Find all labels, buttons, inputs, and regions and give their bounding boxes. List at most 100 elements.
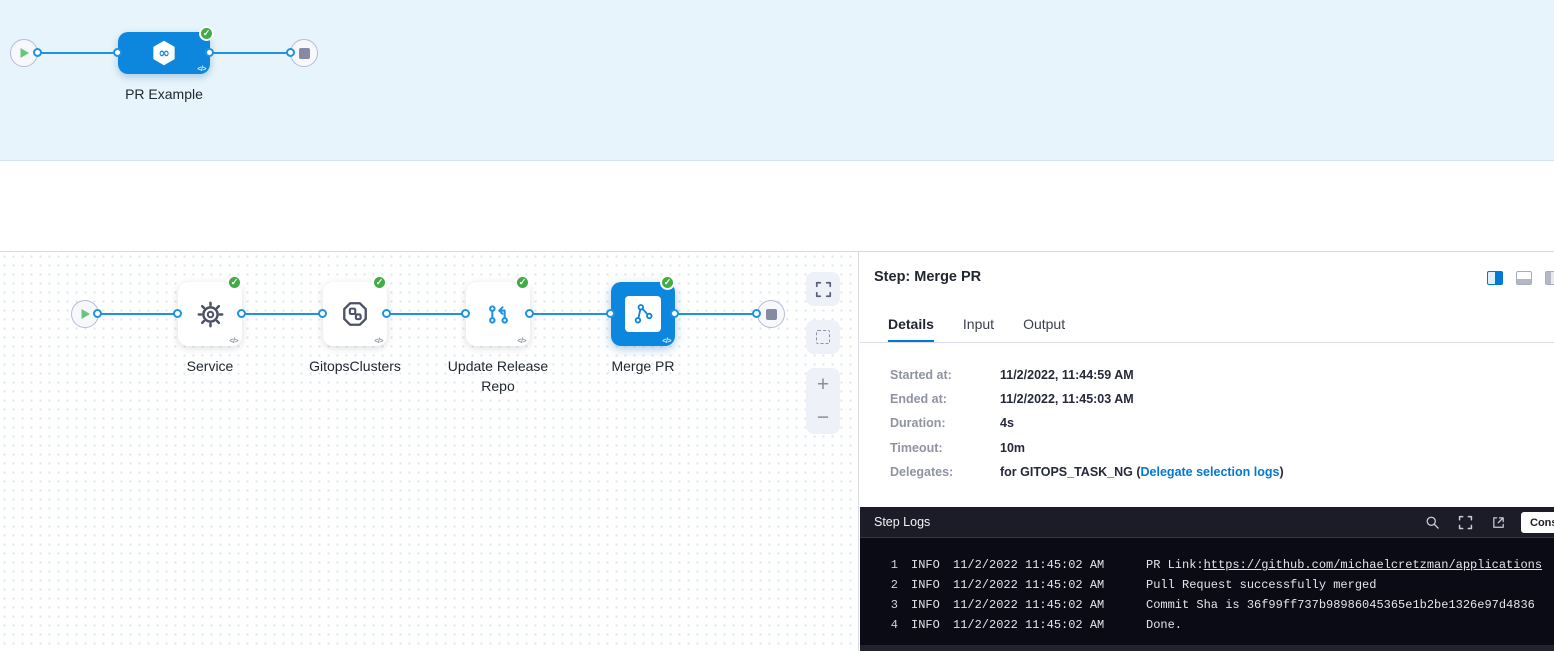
detail-row-duration: Duration:4s — [890, 416, 1014, 430]
log-timestamp: 11/2/2022 11:45:02 AM — [953, 598, 1146, 612]
connector-port — [237, 309, 246, 318]
canvas-zoom-control: + − — [806, 368, 840, 434]
svg-text:∞: ∞ — [158, 46, 169, 62]
play-icon — [79, 308, 91, 320]
connector-port — [752, 309, 761, 318]
connector-port — [525, 309, 534, 318]
success-check-icon: ✓ — [227, 275, 242, 290]
marquee-select-icon — [816, 330, 830, 344]
detail-row-timeout: Timeout:10m — [890, 441, 1025, 455]
logs-horizontal-scrollbar[interactable] — [860, 645, 1554, 651]
step-node-service[interactable]: </> — [178, 282, 242, 346]
success-check-icon: ✓ — [660, 275, 675, 290]
play-icon — [18, 47, 30, 59]
log-timestamp: 11/2/2022 11:45:02 AM — [953, 558, 1146, 572]
step-label-service: Service — [150, 356, 270, 376]
connector-port — [33, 48, 42, 57]
step-detail-tabs: Details Input Output — [888, 316, 1065, 343]
zoom-in-button[interactable]: + — [817, 374, 829, 395]
pipeline-execution-page: ∞ </> ✓ PR Example PR Example Started at… — [0, 0, 1554, 651]
connector-port — [113, 48, 122, 57]
tab-output[interactable]: Output — [1023, 316, 1065, 343]
log-message: Done. — [1146, 618, 1182, 632]
layout-right-panel-icon[interactable] — [1487, 271, 1503, 285]
search-icon[interactable] — [1425, 515, 1440, 530]
git-update-icon — [485, 301, 512, 328]
step-connector-line — [98, 313, 178, 315]
connector-port — [205, 48, 214, 57]
panel-layout-toggles — [1487, 271, 1554, 285]
detail-value: 11/2/2022, 11:45:03 AM — [1000, 392, 1134, 406]
tab-input[interactable]: Input — [963, 316, 994, 343]
detail-row-started-at: Started at:11/2/2022, 11:44:59 AM — [890, 368, 1134, 382]
logs-fullscreen-icon[interactable] — [1458, 515, 1473, 530]
log-line-number: 2 — [860, 578, 898, 592]
log-line-number: 3 — [860, 598, 898, 612]
open-external-icon[interactable] — [1491, 515, 1506, 530]
detail-label: Ended at: — [890, 392, 1000, 406]
connector-port — [670, 309, 679, 318]
tab-details[interactable]: Details — [888, 316, 934, 343]
merge-pr-icon-tile — [625, 296, 661, 332]
stage-node-pr-example[interactable]: ∞ </> — [118, 32, 210, 74]
canvas-fullscreen-button[interactable] — [806, 272, 840, 306]
code-icon: </> — [229, 338, 238, 345]
step-label-update-release-repo: Update Release Repo — [443, 356, 553, 396]
layout-minimize-panel-icon[interactable] — [1545, 271, 1554, 285]
step-logs-title: Step Logs — [874, 515, 930, 529]
log-message: PR Link: — [1146, 558, 1204, 572]
canvas-selection-button[interactable] — [806, 320, 840, 354]
log-line: 2 INFO 11/2/2022 11:45:02 AM Pull Reques… — [860, 575, 1554, 595]
success-check-icon: ✓ — [372, 275, 387, 290]
delegates-prefix: for GITOPS_TASK_NG ( — [1000, 465, 1141, 479]
log-line: 1 INFO 11/2/2022 11:45:02 AM PR Link: ht… — [860, 555, 1554, 575]
stop-icon — [299, 48, 310, 59]
log-timestamp: 11/2/2022 11:45:02 AM — [953, 618, 1146, 632]
execution-summary-bar: PR Example Started at: 11/2/2022, 11:44:… — [0, 161, 1554, 252]
connector-port — [286, 48, 295, 57]
connector-port — [461, 309, 470, 318]
delegate-selection-logs-link[interactable]: Delegate selection logs — [1141, 465, 1280, 479]
success-check-icon: ✓ — [515, 275, 530, 290]
graph-end-node[interactable] — [757, 300, 785, 328]
step-connector-line — [530, 313, 611, 315]
tabs-divider — [860, 342, 1554, 343]
logs-toolbar — [1425, 515, 1506, 530]
code-icon: </> — [517, 338, 526, 345]
log-line-number: 1 — [860, 558, 898, 572]
log-message: Commit Sha is 36f99ff737b98986045365e1b2… — [1146, 598, 1535, 612]
step-label-merge-pr: Merge PR — [583, 356, 703, 376]
log-line: 3 INFO 11/2/2022 11:45:02 AM Commit Sha … — [860, 595, 1554, 615]
detail-value: 4s — [1000, 416, 1014, 430]
stage-label: PR Example — [114, 84, 214, 104]
zoom-out-button[interactable]: − — [817, 407, 829, 428]
log-level: INFO — [911, 558, 953, 572]
log-message: Pull Request successfully merged — [1146, 578, 1376, 592]
console-view-button[interactable]: Conso — [1521, 512, 1554, 533]
git-merge-icon — [630, 301, 656, 327]
stage-connector-line — [38, 52, 118, 54]
step-node-merge-pr[interactable]: </> — [611, 282, 675, 346]
log-timestamp: 11/2/2022 11:45:02 AM — [953, 578, 1146, 592]
connector-port — [93, 309, 102, 318]
step-node-gitopsclusters[interactable]: </> — [323, 282, 387, 346]
stage-graph-band: ∞ </> ✓ PR Example — [0, 0, 1554, 161]
gear-icon — [197, 301, 224, 328]
layout-bottom-panel-icon[interactable] — [1516, 271, 1532, 285]
step-label-gitopsclusters: GitopsClusters — [295, 356, 415, 376]
execution-graph-canvas[interactable] — [0, 252, 859, 651]
detail-value: 10m — [1000, 441, 1025, 455]
step-logs-body[interactable]: 1 INFO 11/2/2022 11:45:02 AM PR Link: ht… — [860, 538, 1554, 651]
gitops-stage-icon: ∞ — [149, 38, 179, 68]
step-node-update-release-repo[interactable]: </> — [466, 282, 530, 346]
detail-label: Delegates: — [890, 465, 1000, 479]
log-level: INFO — [911, 618, 953, 632]
fullscreen-icon — [815, 281, 832, 298]
code-icon: </> — [662, 338, 671, 345]
log-line-number: 4 — [860, 618, 898, 632]
log-line: 4 INFO 11/2/2022 11:45:02 AM Done. — [860, 615, 1554, 635]
code-icon: </> — [197, 66, 206, 73]
detail-label: Duration: — [890, 416, 1000, 430]
pr-link[interactable]: https://github.com/michaelcretzman/appli… — [1204, 558, 1542, 572]
stop-icon — [766, 309, 777, 320]
